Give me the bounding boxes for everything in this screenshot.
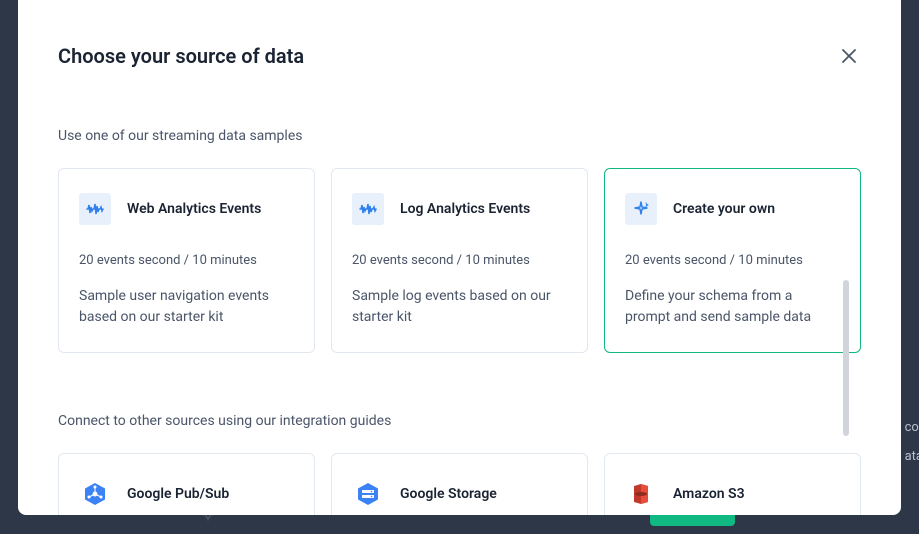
- sample-card-title: Create your own: [673, 201, 775, 217]
- modal-scroll-area[interactable]: Use one of our streaming data samples We…: [58, 128, 861, 515]
- backdrop-text-fragment: co ata: [905, 420, 919, 464]
- close-button[interactable]: [837, 44, 861, 68]
- integration-card-pubsub[interactable]: Google Pub/Sub: [58, 453, 315, 515]
- integration-card-gcs[interactable]: Google Storage: [331, 453, 588, 515]
- sample-card-meta: 20 events second / 10 minutes: [79, 253, 294, 268]
- sample-card-create-own[interactable]: Create your own 20 events second / 10 mi…: [604, 168, 861, 353]
- scrollbar[interactable]: [843, 280, 849, 436]
- modal-title: Choose your source of data: [58, 44, 304, 68]
- integration-card-s3[interactable]: Amazon S3: [604, 453, 861, 515]
- sample-card-desc: Sample log events based on our starter k…: [352, 286, 567, 328]
- samples-section-subtitle: Use one of our streaming data samples: [58, 128, 861, 144]
- integration-title: Google Storage: [400, 486, 497, 502]
- s3-icon: [625, 478, 657, 510]
- integrations-section-subtitle: Connect to other sources using our integ…: [58, 413, 861, 429]
- integration-title: Amazon S3: [673, 486, 745, 502]
- sample-card-meta: 20 events second / 10 minutes: [352, 253, 567, 268]
- sample-card-web-analytics[interactable]: Web Analytics Events 20 events second / …: [58, 168, 315, 353]
- sample-card-log-analytics[interactable]: Log Analytics Events 20 events second / …: [331, 168, 588, 353]
- sample-card-meta: 20 events second / 10 minutes: [625, 253, 840, 268]
- sample-card-title: Web Analytics Events: [127, 201, 261, 217]
- integration-title: Google Pub/Sub: [127, 486, 229, 502]
- sparkle-icon: [625, 193, 657, 225]
- data-source-modal: Choose your source of data Use one of ou…: [18, 0, 901, 515]
- sample-card-title: Log Analytics Events: [400, 201, 530, 217]
- integrations-grid: Google Pub/Sub Google Storage: [58, 453, 861, 515]
- sample-card-desc: Sample user navigation events based on o…: [79, 286, 294, 328]
- samples-grid: Web Analytics Events 20 events second / …: [58, 168, 861, 353]
- waveform-icon: [79, 193, 111, 225]
- gcs-icon: [352, 478, 384, 510]
- pubsub-icon: [79, 478, 111, 510]
- close-icon: [842, 49, 856, 63]
- waveform-icon: [352, 193, 384, 225]
- modal-header: Choose your source of data: [58, 44, 861, 68]
- sample-card-desc: Define your schema from a prompt and sen…: [625, 286, 840, 328]
